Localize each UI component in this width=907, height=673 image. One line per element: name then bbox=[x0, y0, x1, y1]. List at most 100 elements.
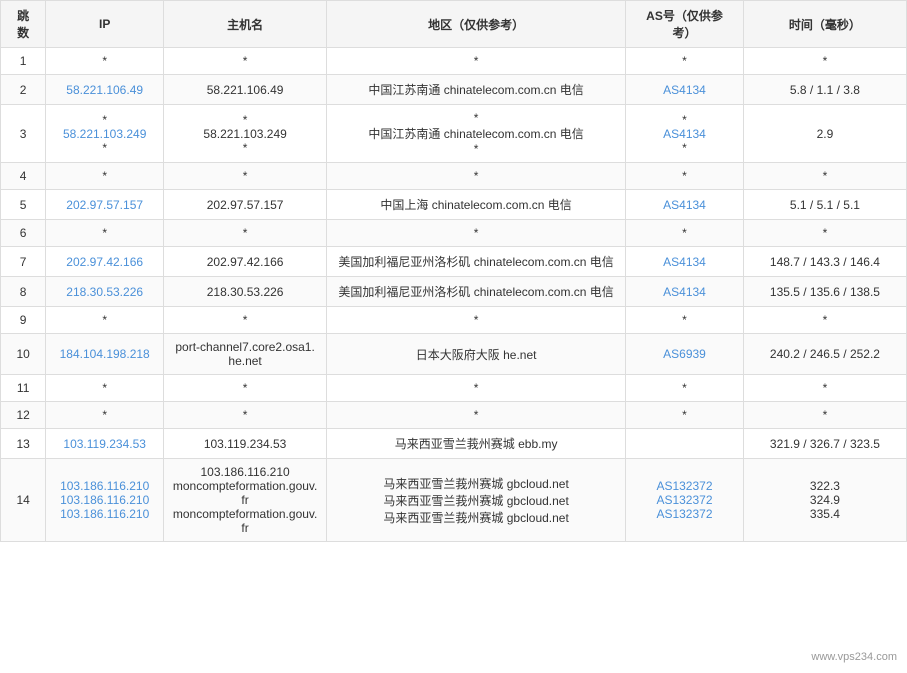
cell-hop: 12 bbox=[1, 402, 46, 429]
cell-hostname: port-channel7.core2.osa1.he.net bbox=[164, 334, 327, 375]
table-row: 258.221.106.4958.221.106.49中国江苏南通 chinat… bbox=[1, 75, 907, 105]
ip-link[interactable]: 58.221.103.249 bbox=[63, 127, 146, 141]
cell-hop: 1 bbox=[1, 48, 46, 75]
ip-link[interactable]: 103.186.116.210 bbox=[60, 507, 149, 521]
table-row: 9***** bbox=[1, 307, 907, 334]
cell-time: * bbox=[743, 220, 906, 247]
cell-time: 240.2 / 246.5 / 252.2 bbox=[743, 334, 906, 375]
cell-ip: 184.104.198.218 bbox=[46, 334, 164, 375]
cell-region: 马来西亚雪兰莪州赛城 gbcloud.net马来西亚雪兰莪州赛城 gbcloud… bbox=[327, 459, 626, 542]
cell-time: 5.8 / 1.1 / 3.8 bbox=[743, 75, 906, 105]
cell-as: AS4134 bbox=[626, 247, 744, 277]
cell-ip: 58.221.106.49 bbox=[46, 75, 164, 105]
ip-link[interactable]: 218.30.53.226 bbox=[66, 285, 143, 299]
cell-as: AS6939 bbox=[626, 334, 744, 375]
ip-link[interactable]: 202.97.57.157 bbox=[66, 198, 143, 212]
watermark: www.vps234.com bbox=[811, 651, 897, 663]
header-ip: IP bbox=[46, 1, 164, 48]
cell-hostname: * bbox=[164, 220, 327, 247]
cell-hop: 3 bbox=[1, 105, 46, 163]
cell-time: * bbox=[743, 375, 906, 402]
as-link[interactable]: AS132372 bbox=[656, 479, 712, 493]
ip-link[interactable]: 103.186.116.210 bbox=[60, 479, 149, 493]
as-link[interactable]: AS4134 bbox=[663, 198, 706, 212]
cell-time: 322.3324.9335.4 bbox=[743, 459, 906, 542]
header-region: 地区（仅供参考） bbox=[327, 1, 626, 48]
cell-region: * bbox=[327, 48, 626, 75]
ip-link[interactable]: 58.221.106.49 bbox=[66, 83, 143, 97]
cell-region: * bbox=[327, 375, 626, 402]
cell-time: * bbox=[743, 48, 906, 75]
cell-as: * bbox=[626, 307, 744, 334]
cell-ip: 103.119.234.53 bbox=[46, 429, 164, 459]
ip-link[interactable]: 202.97.42.166 bbox=[66, 255, 143, 269]
cell-time: 2.9 bbox=[743, 105, 906, 163]
as-link[interactable]: AS4134 bbox=[663, 255, 706, 269]
cell-as: * bbox=[626, 402, 744, 429]
cell-ip: 202.97.57.157 bbox=[46, 190, 164, 220]
cell-region: 美国加利福尼亚州洛杉矶 chinatelecom.com.cn 电信 bbox=[327, 247, 626, 277]
cell-region: 中国江苏南通 chinatelecom.com.cn 电信 bbox=[327, 75, 626, 105]
table-row: 5202.97.57.157202.97.57.157中国上海 chinatel… bbox=[1, 190, 907, 220]
as-link[interactable]: AS132372 bbox=[656, 507, 712, 521]
cell-hop: 6 bbox=[1, 220, 46, 247]
cell-as: * bbox=[626, 220, 744, 247]
ip-link[interactable]: 103.119.234.53 bbox=[63, 437, 146, 451]
cell-time: 321.9 / 326.7 / 323.5 bbox=[743, 429, 906, 459]
cell-region: * bbox=[327, 220, 626, 247]
cell-hop: 5 bbox=[1, 190, 46, 220]
cell-region: 日本大阪府大阪 he.net bbox=[327, 334, 626, 375]
cell-time: 148.7 / 143.3 / 146.4 bbox=[743, 247, 906, 277]
cell-region: 中国上海 chinatelecom.com.cn 电信 bbox=[327, 190, 626, 220]
cell-ip: *58.221.103.249* bbox=[46, 105, 164, 163]
table-row: 10 184.104.198.218 port-channel7.core2.osa… bbox=[1, 334, 907, 375]
cell-hop: 11 bbox=[1, 375, 46, 402]
table-row: 3*58.221.103.249**58.221.103.249**中国江苏南通… bbox=[1, 105, 907, 163]
cell-hostname: *58.221.103.249* bbox=[164, 105, 327, 163]
cell-as: AS4134 bbox=[626, 277, 744, 307]
cell-hop: 7 bbox=[1, 247, 46, 277]
cell-hop: 2 bbox=[1, 75, 46, 105]
as-link[interactable]: AS6939 bbox=[663, 347, 706, 361]
cell-region: * bbox=[327, 402, 626, 429]
cell-time: * bbox=[743, 307, 906, 334]
cell-time: * bbox=[743, 163, 906, 190]
cell-hostname: 103.119.234.53 bbox=[164, 429, 327, 459]
cell-hostname: * bbox=[164, 402, 327, 429]
cell-as: AS4134 bbox=[626, 75, 744, 105]
cell-ip: * bbox=[46, 220, 164, 247]
table-row: 7202.97.42.166202.97.42.166美国加利福尼亚州洛杉矶 c… bbox=[1, 247, 907, 277]
table-row: 1***** bbox=[1, 48, 907, 75]
as-link[interactable]: AS132372 bbox=[656, 493, 712, 507]
cell-as: * bbox=[626, 48, 744, 75]
cell-hop: 13 bbox=[1, 429, 46, 459]
cell-hostname: 58.221.106.49 bbox=[164, 75, 327, 105]
cell-hostname: * bbox=[164, 48, 327, 75]
cell-region: * bbox=[327, 307, 626, 334]
as-link[interactable]: AS4134 bbox=[663, 127, 706, 141]
cell-hop: 14 bbox=[1, 459, 46, 542]
cell-hostname: 202.97.57.157 bbox=[164, 190, 327, 220]
cell-ip: * bbox=[46, 163, 164, 190]
as-link[interactable]: AS4134 bbox=[663, 83, 706, 97]
cell-hostname: 202.97.42.166 bbox=[164, 247, 327, 277]
table-row: 4***** bbox=[1, 163, 907, 190]
cell-hostname: * bbox=[164, 307, 327, 334]
header-hostname: 主机名 bbox=[164, 1, 327, 48]
traceroute-table: 跳数 IP 主机名 地区（仅供参考） AS号（仅供参考） 时间（毫秒） 1***… bbox=[0, 0, 907, 542]
cell-time: 5.1 / 5.1 / 5.1 bbox=[743, 190, 906, 220]
cell-hop: 10 bbox=[1, 334, 46, 375]
ip-link[interactable]: 184.104.198.218 bbox=[60, 347, 150, 361]
table-row: 6***** bbox=[1, 220, 907, 247]
cell-ip: * bbox=[46, 375, 164, 402]
cell-as: *AS4134* bbox=[626, 105, 744, 163]
ip-link[interactable]: 103.186.116.210 bbox=[60, 493, 149, 507]
as-link[interactable]: AS4134 bbox=[663, 285, 706, 299]
cell-ip: 218.30.53.226 bbox=[46, 277, 164, 307]
cell-hostname: * bbox=[164, 375, 327, 402]
cell-region: * bbox=[327, 163, 626, 190]
cell-as: AS4134 bbox=[626, 190, 744, 220]
table-row: 13103.119.234.53103.119.234.53马来西亚雪兰莪州赛城… bbox=[1, 429, 907, 459]
cell-hostname: 103.186.116.210moncompteformation.gouv.f… bbox=[164, 459, 327, 542]
cell-ip: * bbox=[46, 402, 164, 429]
